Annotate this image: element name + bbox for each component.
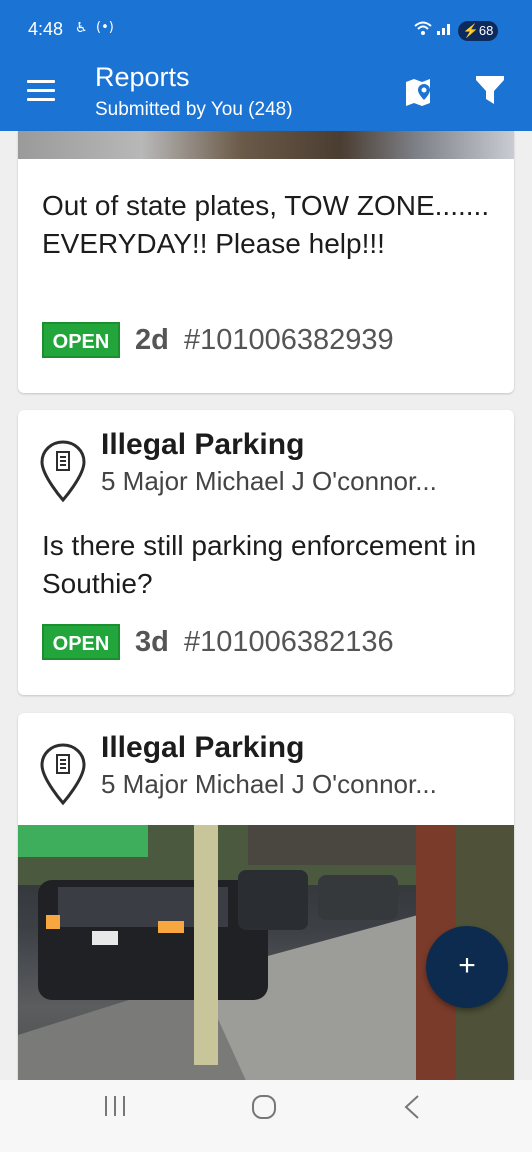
menu-icon[interactable] — [27, 80, 55, 102]
report-id: #101006382136 — [184, 626, 394, 658]
report-photo — [18, 131, 514, 159]
report-card[interactable]: Illegal Parking 5 Major Michael J O'conn… — [18, 713, 514, 1093]
home-icon[interactable] — [251, 1094, 277, 1124]
battery-indicator: ⚡68 — [458, 21, 498, 41]
app-bar: 4:48 ♿ (•) ⚡68 Reports Submitted by You … — [0, 0, 532, 131]
page-subtitle: Submitted by You (248) — [95, 99, 293, 120]
report-age: 2d — [135, 324, 169, 356]
report-age: 3d — [135, 626, 169, 658]
report-card[interactable]: Out of state plates, TOW ZONE....... EVE… — [18, 131, 514, 393]
report-card[interactable]: Illegal Parking 5 Major Michael J O'conn… — [18, 410, 514, 695]
report-address: 5 Major Michael J O'connor... — [101, 769, 437, 799]
cell-signal-icon — [436, 20, 454, 40]
report-category: Illegal Parking — [101, 731, 305, 764]
wifi-icon — [414, 20, 432, 40]
report-id: #101006382939 — [184, 324, 394, 356]
status-badge: OPEN — [42, 624, 120, 660]
report-category: Illegal Parking — [101, 428, 305, 461]
status-bar: 4:48 ♿ (•) ⚡68 — [0, 0, 532, 60]
recent-apps-icon[interactable] — [103, 1094, 127, 1124]
location-pin-icon — [40, 440, 86, 504]
report-description: Out of state plates, TOW ZONE....... EVE… — [42, 190, 490, 259]
signal-broadcast-icon: (•) — [96, 20, 114, 35]
accessibility-icon: ♿ — [75, 20, 88, 36]
status-badge: OPEN — [42, 322, 120, 358]
report-description: Is there still parking enforcement in So… — [42, 530, 477, 599]
map-pin-icon[interactable] — [404, 76, 436, 112]
report-address: 5 Major Michael J O'connor... — [101, 466, 437, 496]
location-pin-icon — [40, 743, 86, 807]
page-title: Reports — [95, 62, 190, 92]
status-time: 4:48 — [28, 19, 64, 39]
charging-icon: ⚡ — [462, 23, 479, 38]
filter-icon[interactable] — [475, 74, 505, 110]
battery-level: 68 — [478, 23, 494, 38]
system-nav-bar — [0, 1080, 532, 1152]
back-icon[interactable] — [402, 1094, 424, 1124]
add-report-button[interactable]: + — [426, 926, 508, 1008]
